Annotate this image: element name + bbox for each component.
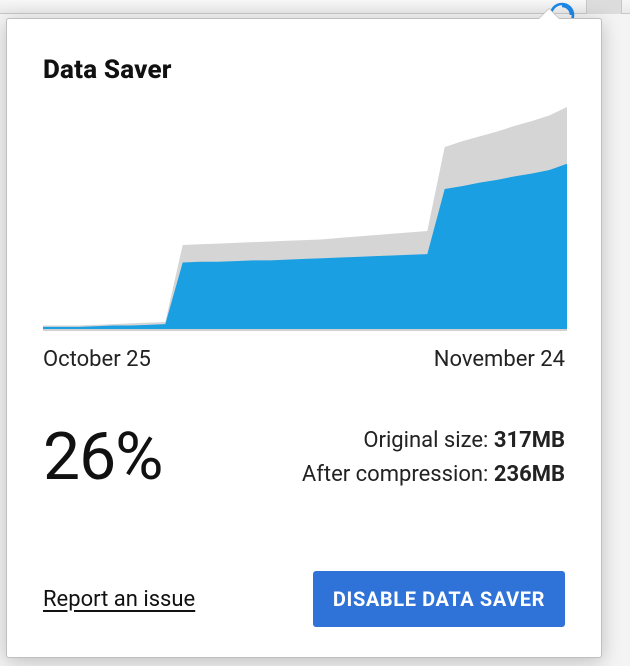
percent-saved: 26%	[43, 425, 163, 491]
disable-data-saver-button[interactable]: DISABLE DATA SAVER	[313, 571, 565, 627]
savings-chart	[43, 107, 567, 331]
popup-title: Data Saver	[43, 55, 565, 85]
original-size-row: Original size: 317MB	[302, 424, 565, 458]
browser-menu-button[interactable]	[586, 0, 622, 14]
report-issue-link[interactable]: Report an issue	[43, 587, 195, 612]
data-saver-popup: Data Saver October 25 November 24 26% Or…	[6, 18, 602, 658]
date-start-label: October 25	[43, 347, 151, 372]
compressed-size-row: After compression: 236MB	[302, 458, 565, 492]
date-end-label: November 24	[434, 347, 565, 372]
